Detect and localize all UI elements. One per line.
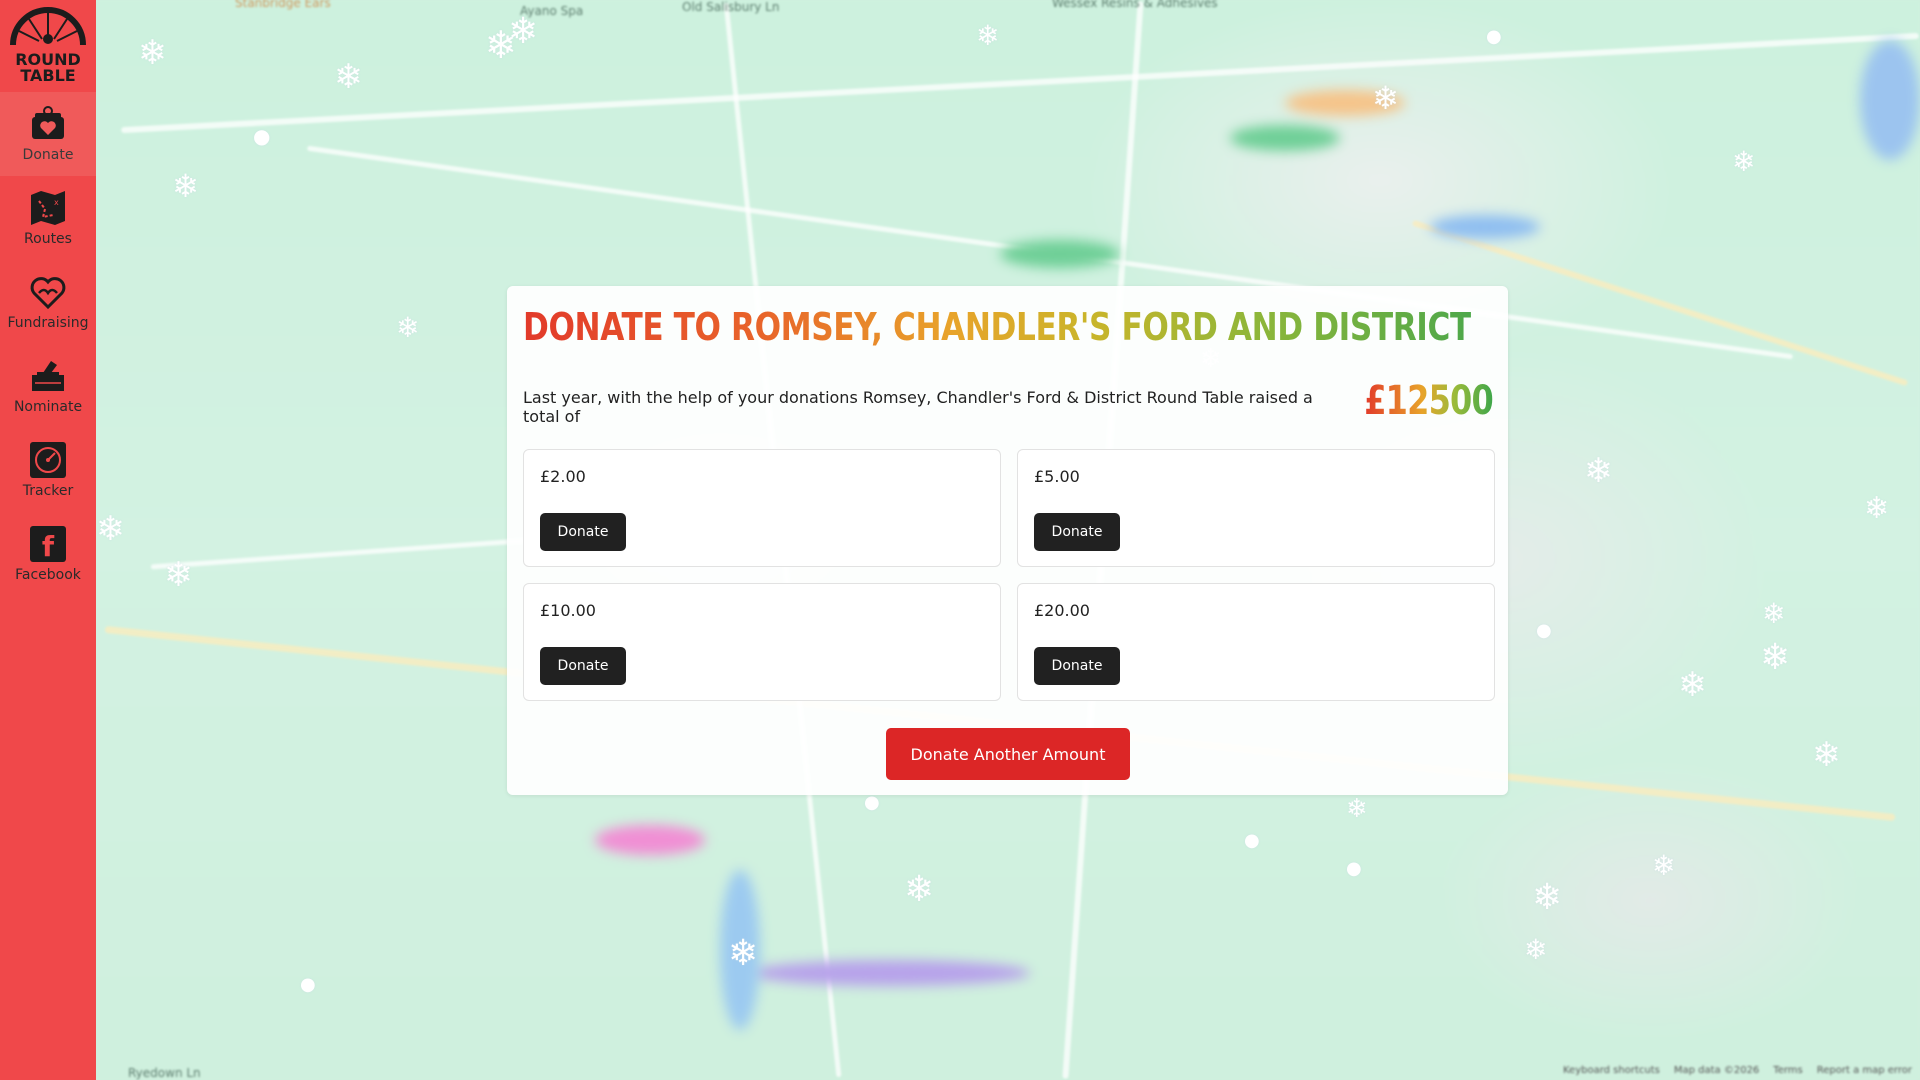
donation-amount: £2.00 xyxy=(540,467,586,486)
sidebar: ROUND TABLE Donate x Routes Fundraising … xyxy=(0,0,96,1080)
donation-intro-text: Last year, with the help of your donatio… xyxy=(523,388,1313,426)
sidebar-item-facebook[interactable]: f Facebook xyxy=(0,512,96,596)
heart-hands-icon xyxy=(29,273,67,311)
donation-option: £10.00 Donate xyxy=(523,583,1001,701)
donation-amount: £20.00 xyxy=(1034,601,1090,620)
sidebar-item-label: Donate xyxy=(22,147,74,163)
svg-text:x: x xyxy=(54,198,59,207)
sidebar-item-tracker[interactable]: Tracker xyxy=(0,428,96,512)
map-footer-link[interactable]: Report a map error xyxy=(1817,1065,1912,1076)
map-label: Ryedown Ln xyxy=(128,1066,201,1080)
donation-summary: Last year, with the help of your donatio… xyxy=(523,376,1494,426)
sidebar-item-label: Facebook xyxy=(15,567,81,583)
donate-icon xyxy=(29,105,67,143)
sidebar-item-label: Nominate xyxy=(13,399,83,415)
donation-option: £20.00 Donate xyxy=(1017,583,1495,701)
donate-another-amount-button[interactable]: Donate Another Amount xyxy=(886,728,1130,780)
donation-card: Donate to Romsey, Chandler's Ford and Di… xyxy=(507,286,1508,795)
total-raised: £12500 xyxy=(1364,378,1494,424)
map-footer: Keyboard shortcuts Map data ©2026 Terms … xyxy=(1563,1065,1912,1076)
map-label: Ayano Spa xyxy=(520,4,584,18)
facebook-icon: f xyxy=(29,525,67,563)
donation-options: £2.00 Donate £5.00 Donate £10.00 Donate … xyxy=(523,449,1495,701)
donate-2-button[interactable]: Donate xyxy=(540,513,626,551)
svg-text:TABLE: TABLE xyxy=(20,66,75,85)
sidebar-item-label: Routes xyxy=(24,231,72,247)
map-footer-link[interactable]: Keyboard shortcuts xyxy=(1563,1065,1660,1076)
sidebar-item-label: Tracker xyxy=(22,483,74,499)
ballot-box-icon xyxy=(29,357,67,395)
donation-option: £5.00 Donate xyxy=(1017,449,1495,567)
sidebar-item-fundraising[interactable]: Fundraising xyxy=(0,260,96,344)
map-attribution: Map data ©2026 xyxy=(1673,1065,1760,1076)
map-label: Wessex Resins & Adhesives xyxy=(1052,0,1218,10)
sidebar-item-routes[interactable]: x Routes xyxy=(0,176,96,260)
map-routes-icon: x xyxy=(29,189,67,227)
map-label: Old Salisbury Ln xyxy=(682,0,780,14)
donate-20-button[interactable]: Donate xyxy=(1034,647,1120,685)
map-footer-link[interactable]: Terms xyxy=(1773,1065,1802,1076)
donation-option: £2.00 Donate xyxy=(523,449,1001,567)
donation-amount: £10.00 xyxy=(540,601,596,620)
donate-5-button[interactable]: Donate xyxy=(1034,513,1120,551)
donation-amount: £5.00 xyxy=(1034,467,1080,486)
page-title: Donate to Romsey, Chandler's Ford and Di… xyxy=(523,302,1471,352)
sidebar-item-nominate[interactable]: Nominate xyxy=(0,344,96,428)
round-table-logo[interactable]: ROUND TABLE xyxy=(0,0,96,92)
sidebar-item-donate[interactable]: Donate xyxy=(0,92,96,176)
map-label: Stanbridge Ears xyxy=(235,0,331,10)
donate-10-button[interactable]: Donate xyxy=(540,647,626,685)
tracker-icon xyxy=(29,441,67,479)
svg-text:f: f xyxy=(42,530,55,563)
sidebar-item-label: Fundraising xyxy=(7,315,89,331)
